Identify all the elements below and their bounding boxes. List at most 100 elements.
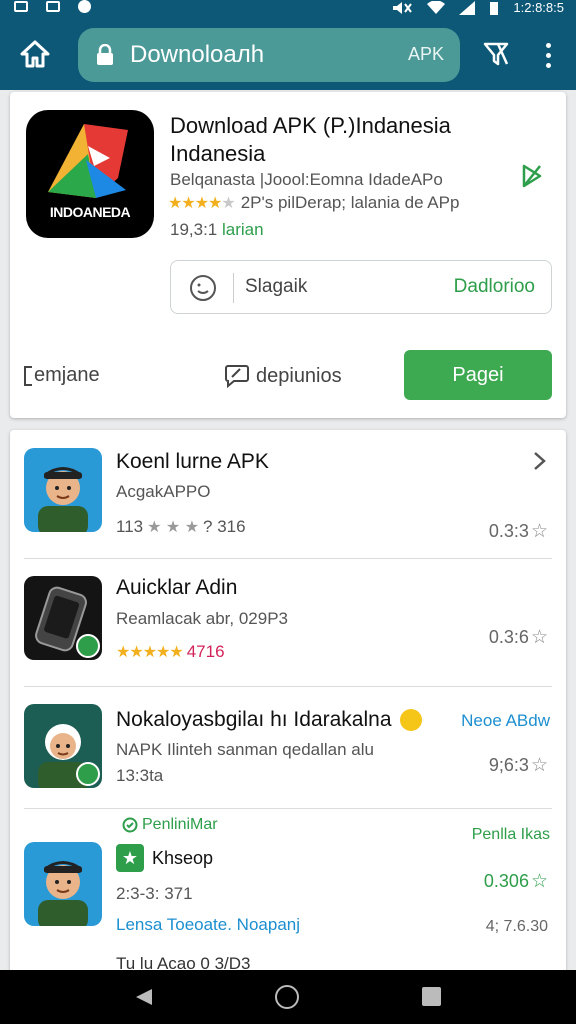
app-thumbnail (24, 704, 102, 788)
app-thumbnail (24, 448, 102, 532)
share-icon[interactable] (518, 162, 546, 190)
promoted-list-item[interactable]: PenliniMar Penlla Ikas ★ Khsеор 2:3-3: 3… (10, 814, 566, 974)
value-text: 0.3:6 (488, 627, 529, 647)
left-action[interactable]: emjane (24, 364, 100, 387)
app-value: 0.306 ☆ (484, 870, 548, 893)
mid-action-label: depiunios (256, 364, 342, 387)
check-circle-icon (122, 817, 138, 833)
list-item[interactable]: Nokaloyasbgilaı hı Idarakalna Neoe ABdw … (10, 704, 566, 814)
lock-icon (97, 44, 113, 65)
back-icon[interactable] (134, 987, 154, 1007)
install-button[interactable]: Pagei (404, 350, 552, 400)
recents-icon[interactable] (422, 987, 441, 1006)
star-outline-icon: ☆ (530, 755, 548, 776)
character-icon (38, 861, 88, 926)
search-tag: APK (407, 44, 444, 64)
app-meta: 2:3-3: 371 (116, 884, 193, 903)
action-box[interactable]: Slagaik Dadlorioo (170, 260, 552, 314)
rating-stars: ★ ★ ★ (147, 519, 200, 536)
action-label: Slagaik (245, 276, 308, 297)
meta-right: ? 316 (203, 517, 246, 536)
list-item[interactable]: Auicklar Adin Reamlacak abr, 029P3 ★★★★★… (10, 576, 566, 686)
app-subtitle: Reamlacak abr, 029P3 (116, 609, 288, 628)
value-text: 0.306 (483, 871, 529, 891)
app-installs: 19,3:1 larian (170, 220, 264, 240)
signal-icon (459, 0, 476, 15)
wifi-icon (427, 0, 446, 14)
featured-app-card: INDOANEDA Download APK (P.)Indanesia Ind… (10, 92, 566, 418)
new-tag: Neoe ABdw (461, 711, 550, 730)
action-link[interactable]: Dadlorioo (454, 276, 535, 298)
hero-actions: emjane depiunios Pagei (24, 350, 554, 402)
app-thumbnail (24, 842, 102, 926)
search-bar[interactable]: Downoloaлh APK (78, 28, 460, 82)
rating-count: 4716 (186, 642, 225, 661)
promo-label: PenliniMar (122, 816, 218, 834)
divider (24, 558, 552, 559)
bracket-icon (24, 365, 32, 386)
smiley-icon (190, 275, 216, 301)
status-bar: 1:2:8:8:5 (0, 0, 576, 18)
verified-badge-icon (76, 634, 100, 658)
promo-label-text: PenliniMar (142, 816, 218, 833)
star-outline-icon: ☆ (530, 871, 548, 892)
chevron-right-icon[interactable] (528, 450, 550, 472)
app-name: Auicklar Adin (116, 576, 238, 599)
app-value: 0.3:6 ☆ (489, 626, 548, 649)
character-icon (38, 467, 88, 532)
app-developer: Belqanasta |Joool:Eomna IdadeAPo (170, 170, 443, 189)
home-icon[interactable] (20, 40, 50, 68)
emoji-icon (399, 709, 422, 732)
app-notification-icon (46, 1, 60, 12)
promo-link[interactable]: Lensa Toeoate. Noapanj (116, 915, 300, 935)
star-square-icon: ★ (116, 844, 144, 872)
rating-stars: ★★★★★ (116, 644, 184, 661)
rating-stars: ★★★★★ (168, 195, 236, 212)
app-subtitle: AcgakAPPO (116, 482, 211, 501)
value-text: 9;6:3 (488, 755, 529, 775)
battery-icon (490, 1, 499, 15)
star-outline-icon: ☆ (530, 521, 548, 542)
app-value: 0.3:3 ☆ (489, 520, 548, 543)
app-logo-word: INDOANEDA (49, 204, 131, 220)
app-meta: 113 ★ ★ ★ ? 316 (116, 517, 246, 537)
system-nav-bar (0, 970, 576, 1024)
app-name: Nokaloyasbgilaı hı Idarakalna (116, 708, 422, 732)
comment-icon (225, 365, 249, 388)
more-options-icon[interactable] (540, 40, 556, 70)
divider (233, 273, 234, 303)
mid-action[interactable]: depiunios (224, 364, 342, 388)
home-circle-icon[interactable] (275, 985, 299, 1009)
app-value: 9;6:3 ☆ (489, 754, 548, 777)
app-thumbnail (24, 576, 102, 660)
app-name-text: Khsеор (152, 847, 214, 868)
featured-app-icon[interactable]: INDOANEDA (26, 110, 154, 238)
app-rating-row: ★★★★★ 2P's pilDerap; lalania de APp (168, 193, 459, 213)
filter-icon[interactable] (482, 40, 510, 68)
app-meta: ★★★★★ 4716 (116, 642, 225, 662)
rating-text: 2P's pilDerap; lalania de APp (240, 193, 460, 212)
app-subtitle: NAPK Ilinteh sanman qedallan alu (116, 740, 374, 759)
top-app-bar: Downoloaлh APK (0, 18, 576, 90)
star-outline-icon: ☆ (530, 627, 548, 648)
small-value: 4; 7.6.30 (485, 918, 548, 935)
search-input[interactable]: Downoloaлh (130, 41, 264, 69)
image-notification-icon (14, 1, 28, 12)
app-name-text: Nokaloyasbgilaı hı Idarakalna (116, 708, 392, 731)
app-name: Koenl lurne APK (116, 450, 269, 473)
left-action-label: emjane (34, 364, 100, 386)
value-text: 0.3:3 (488, 521, 529, 541)
app-name: ★ Khsеор (116, 844, 213, 872)
mute-icon (393, 1, 413, 14)
app-list-card: Koenl lurne APK AcgakAPPO 113 ★ ★ ★ ? 31… (10, 430, 566, 990)
sync-notification-icon (78, 0, 91, 13)
divider (24, 686, 552, 687)
list-item[interactable]: Koenl lurne APK AcgakAPPO 113 ★ ★ ★ ? 31… (10, 448, 566, 558)
installs-count: 19,3:1 (170, 220, 222, 239)
clock: 1:2:8:8:5 (513, 0, 564, 15)
app-meta: 13:3ta (116, 766, 164, 785)
promo-right: Penlla Ikas (471, 826, 550, 843)
installs-label: larian (222, 220, 264, 239)
verified-badge-icon (76, 762, 100, 786)
meta-left: 113 (116, 517, 144, 536)
